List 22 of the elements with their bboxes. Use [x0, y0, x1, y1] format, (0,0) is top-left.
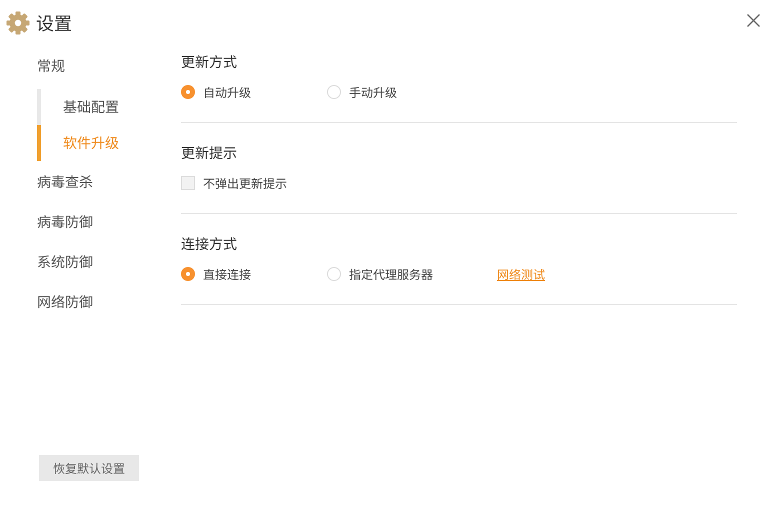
- option-label: 自动升级: [203, 84, 252, 100]
- sidebar-item[interactable]: 系统防御: [37, 242, 181, 282]
- sidebar-item[interactable]: 常规: [37, 46, 181, 86]
- section-heading: 更新提示: [181, 143, 238, 163]
- sidebar-item[interactable]: 网络防御: [37, 282, 181, 322]
- option-label: 手动升级: [349, 84, 398, 100]
- checkbox[interactable]: [181, 176, 195, 190]
- window-title: 设置: [36, 10, 72, 36]
- section-heading: 更新方式: [181, 52, 238, 72]
- restore-defaults-button[interactable]: 恢复默认设置: [39, 455, 139, 481]
- close-icon[interactable]: [747, 14, 760, 26]
- option-label: 指定代理服务器: [349, 266, 434, 282]
- radio-button[interactable]: [327, 85, 341, 99]
- section-heading: 连接方式: [181, 234, 238, 254]
- radio-button[interactable]: [181, 267, 195, 281]
- sidebar-item[interactable]: 病毒防御: [37, 202, 181, 242]
- option-label: 不弹出更新提示: [203, 174, 288, 192]
- radio-button[interactable]: [181, 85, 195, 99]
- radio-button[interactable]: [327, 267, 341, 281]
- sidebar-item[interactable]: 病毒查杀: [37, 162, 181, 202]
- gear-icon: [6, 11, 30, 35]
- option-label: 直接连接: [203, 266, 252, 282]
